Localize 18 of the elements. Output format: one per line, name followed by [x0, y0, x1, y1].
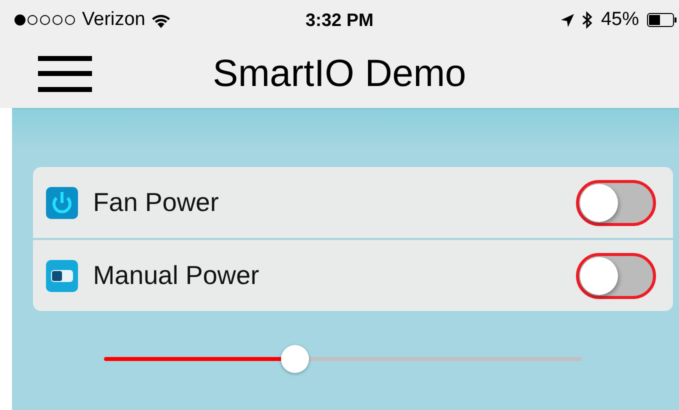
- battery-percent: 45%: [600, 9, 639, 31]
- slider-thumb[interactable]: [281, 345, 310, 373]
- menu-icon[interactable]: [38, 56, 92, 92]
- setting-label: Fan Power: [93, 187, 220, 218]
- signal-icon: [14, 14, 76, 26]
- switch-icon: [46, 260, 78, 292]
- slider[interactable]: [104, 344, 582, 374]
- app-title: SmartIO Demo: [212, 52, 466, 96]
- wifi-icon: [151, 12, 172, 28]
- setting-label: Manual Power: [93, 260, 260, 291]
- status-time: 3:32 PM: [305, 10, 374, 30]
- toggle-switch[interactable]: [576, 180, 656, 226]
- bluetooth-icon: [582, 11, 593, 29]
- battery-icon: [647, 13, 677, 27]
- carrier-name: Verizon: [82, 9, 146, 31]
- toggle-switch[interactable]: [576, 252, 656, 298]
- power-icon: [46, 186, 78, 218]
- location-arrow-icon: [560, 14, 574, 26]
